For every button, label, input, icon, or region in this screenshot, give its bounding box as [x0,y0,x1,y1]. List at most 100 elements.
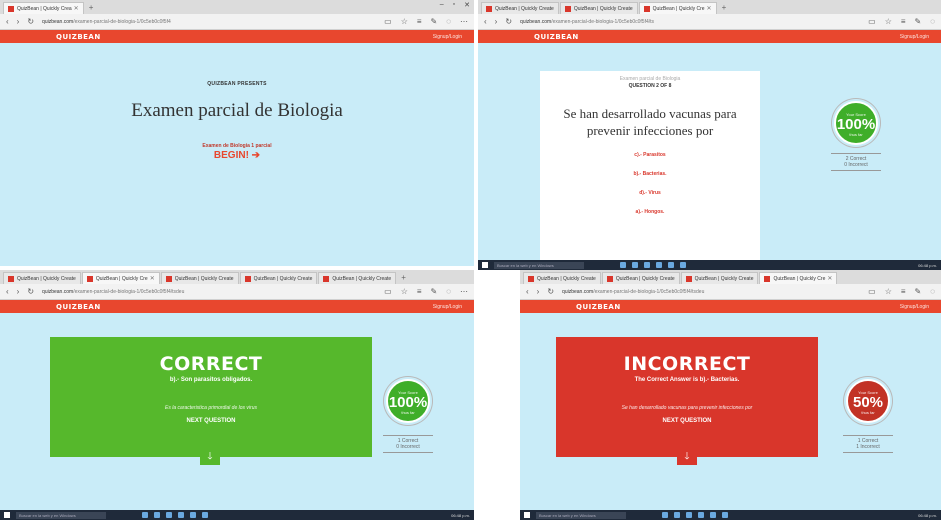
url-field[interactable]: quizbean.com/examen-parcial-de-biologia-… [562,289,860,295]
close-tab-icon[interactable]: ✕ [72,5,79,12]
answer-option[interactable]: c).- Parasitos [540,152,760,158]
note-icon[interactable]: ✎ [431,287,438,296]
browser-tab[interactable]: QuizBean | Quickly Create [318,272,397,284]
store-icon[interactable] [698,512,704,518]
back-icon[interactable]: ‹ [6,287,9,296]
browser-tab[interactable]: QuizBean | Quickly Create [601,272,680,284]
taskbar-search[interactable]: Buscar en la web y en Windows [536,511,626,519]
reading-view-icon[interactable]: ▭ [868,17,876,26]
share-icon[interactable]: ◌ [446,287,451,296]
chrome-icon[interactable] [668,262,674,268]
next-question-button[interactable]: NEXT QUESTION [50,418,372,424]
browser-tab[interactable]: QuizBean | Quickly Create [160,272,239,284]
store-icon[interactable] [178,512,184,518]
share-icon[interactable]: ◌ [930,17,935,26]
signup-login-link[interactable]: Signup/Login [900,34,929,40]
forward-icon[interactable]: › [495,17,498,26]
close-window-button[interactable]: ✕ [464,1,470,9]
begin-button[interactable]: BEGIN! ➔ [0,150,474,161]
refresh-icon[interactable]: ↻ [547,287,554,296]
task-view-icon[interactable] [662,512,668,518]
favorite-star-icon[interactable]: ☆ [885,17,892,26]
word-icon[interactable] [202,512,208,518]
edge-icon[interactable] [632,262,638,268]
note-icon[interactable]: ✎ [431,17,438,26]
task-view-icon[interactable] [620,262,626,268]
taskbar-search[interactable]: Buscar en la web y en Windows [16,511,106,519]
answer-option[interactable]: d).- Virus [540,190,760,196]
close-tab-icon[interactable]: ✕ [705,5,712,12]
edge-icon[interactable] [674,512,680,518]
close-tab-icon[interactable]: ✕ [825,275,832,282]
quizbean-logo[interactable]: QUIZBEAN [576,303,621,311]
back-icon[interactable]: ‹ [526,287,529,296]
next-question-button[interactable]: NEXT QUESTION [556,418,818,424]
browser-tab[interactable]: QuizBean | Quickly Create [680,272,759,284]
browser-tab[interactable]: QuizBean | Quickly Create [239,272,318,284]
more-icon[interactable]: ⋯ [460,287,468,296]
refresh-icon[interactable]: ↻ [27,287,34,296]
share-icon[interactable]: ◌ [930,287,935,296]
quizbean-logo[interactable]: QUIZBEAN [534,33,579,41]
signup-login-link[interactable]: Signup/Login [900,304,929,310]
hub-icon[interactable]: ≡ [417,287,422,296]
hub-icon[interactable]: ≡ [417,17,422,26]
favorite-star-icon[interactable]: ☆ [885,287,892,296]
store-icon[interactable] [656,262,662,268]
arrow-down-icon[interactable]: 🡓 [200,449,220,465]
note-icon[interactable]: ✎ [915,287,922,296]
chrome-icon[interactable] [710,512,716,518]
task-view-icon[interactable] [142,512,148,518]
signup-login-link[interactable]: Signup/Login [433,34,462,40]
edge-icon[interactable] [154,512,160,518]
windows-start-icon[interactable] [4,512,10,518]
browser-tab[interactable]: QuizBean | Quickly Cre ✕ [759,272,838,284]
share-icon[interactable]: ◌ [446,17,451,26]
arrow-down-icon[interactable]: 🡓 [677,449,697,465]
file-explorer-icon[interactable] [644,262,650,268]
close-tab-icon[interactable]: ✕ [148,275,155,282]
url-field[interactable]: quizbean.com/examen-parcial-de-biologia-… [520,19,860,25]
reading-view-icon[interactable]: ▭ [868,287,876,296]
quizbean-logo[interactable]: QUIZBEAN [56,33,101,41]
file-explorer-icon[interactable] [686,512,692,518]
signup-login-link[interactable]: Signup/Login [433,304,462,310]
windows-start-icon[interactable] [482,262,488,268]
favorite-star-icon[interactable]: ☆ [401,17,408,26]
back-icon[interactable]: ‹ [6,17,9,26]
new-tab-button[interactable]: + [722,3,727,12]
browser-tab[interactable]: QuizBean | Quickly Crea ✕ [3,2,84,14]
browser-tab[interactable]: QuizBean | Quickly Create [481,2,559,14]
hub-icon[interactable]: ≡ [901,287,906,296]
browser-tab[interactable]: QuizBean | Quickly Cre ✕ [81,272,160,284]
reading-view-icon[interactable]: ▭ [384,17,392,26]
more-icon[interactable]: ⋯ [460,17,468,26]
maximize-button[interactable]: ▫ [453,1,455,9]
answer-option[interactable]: b).- Bacterias. [540,171,760,177]
new-tab-button[interactable]: + [401,273,406,282]
refresh-icon[interactable]: ↻ [505,17,512,26]
browser-tab[interactable]: QuizBean | Quickly Create [559,2,638,14]
url-field[interactable]: quizbean.com/examen-parcial-de-biologia-… [42,19,376,25]
answer-option[interactable]: a).- Hongos. [540,209,760,215]
favorite-star-icon[interactable]: ☆ [401,287,408,296]
refresh-icon[interactable]: ↻ [27,17,34,26]
back-icon[interactable]: ‹ [484,17,487,26]
reading-view-icon[interactable]: ▭ [384,287,392,296]
taskbar-search[interactable]: Buscar en la web y en Windows [494,261,584,269]
new-tab-button[interactable]: + [89,3,94,12]
chrome-icon[interactable] [190,512,196,518]
word-icon[interactable] [722,512,728,518]
forward-icon[interactable]: › [537,287,540,296]
quizbean-logo[interactable]: QUIZBEAN [56,303,101,311]
minimize-button[interactable]: – [440,1,444,9]
windows-start-icon[interactable] [524,512,530,518]
hub-icon[interactable]: ≡ [901,17,906,26]
browser-tab[interactable]: QuizBean | Quickly Create [3,272,81,284]
forward-icon[interactable]: › [17,17,20,26]
note-icon[interactable]: ✎ [915,17,922,26]
forward-icon[interactable]: › [17,287,20,296]
browser-tab[interactable]: QuizBean | Quickly Create [523,272,601,284]
url-field[interactable]: quizbean.com/examen-parcial-de-biologia-… [42,289,376,295]
file-explorer-icon[interactable] [166,512,172,518]
